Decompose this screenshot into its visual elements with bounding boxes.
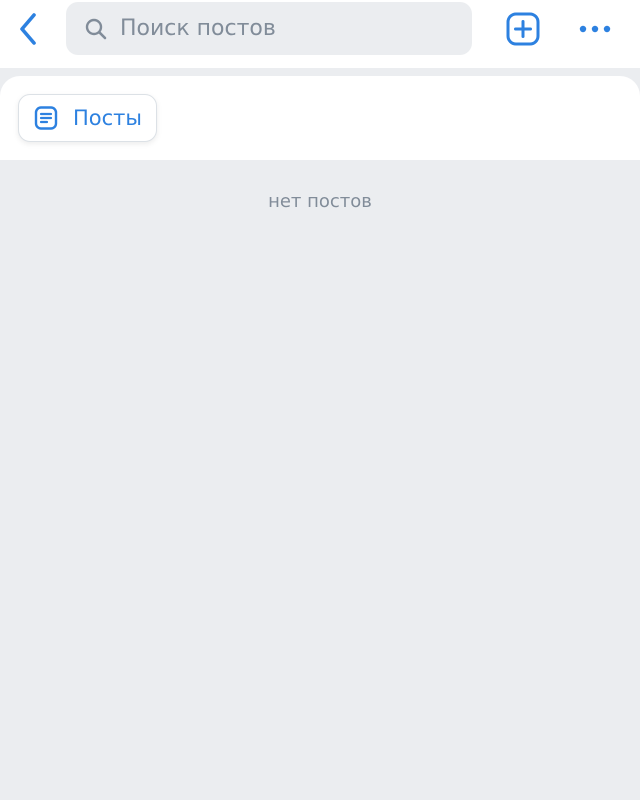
top-navigation-bar [0, 0, 640, 68]
add-post-button[interactable] [503, 9, 543, 49]
app-screen: Посты нет постов [0, 0, 640, 800]
back-button[interactable] [8, 8, 48, 50]
more-options-button[interactable] [574, 9, 616, 49]
search-bar[interactable] [66, 2, 472, 55]
search-icon [85, 18, 107, 40]
tab-posts-label: Посты [73, 106, 142, 130]
chevron-left-icon [20, 13, 36, 45]
more-horizontal-icon [579, 25, 611, 33]
empty-state-message: нет постов [268, 191, 372, 212]
tabs-panel: Посты [0, 76, 640, 160]
tab-posts[interactable]: Посты [18, 94, 157, 142]
document-text-icon [33, 105, 59, 131]
plus-square-icon [506, 12, 540, 46]
search-input[interactable] [120, 2, 460, 55]
